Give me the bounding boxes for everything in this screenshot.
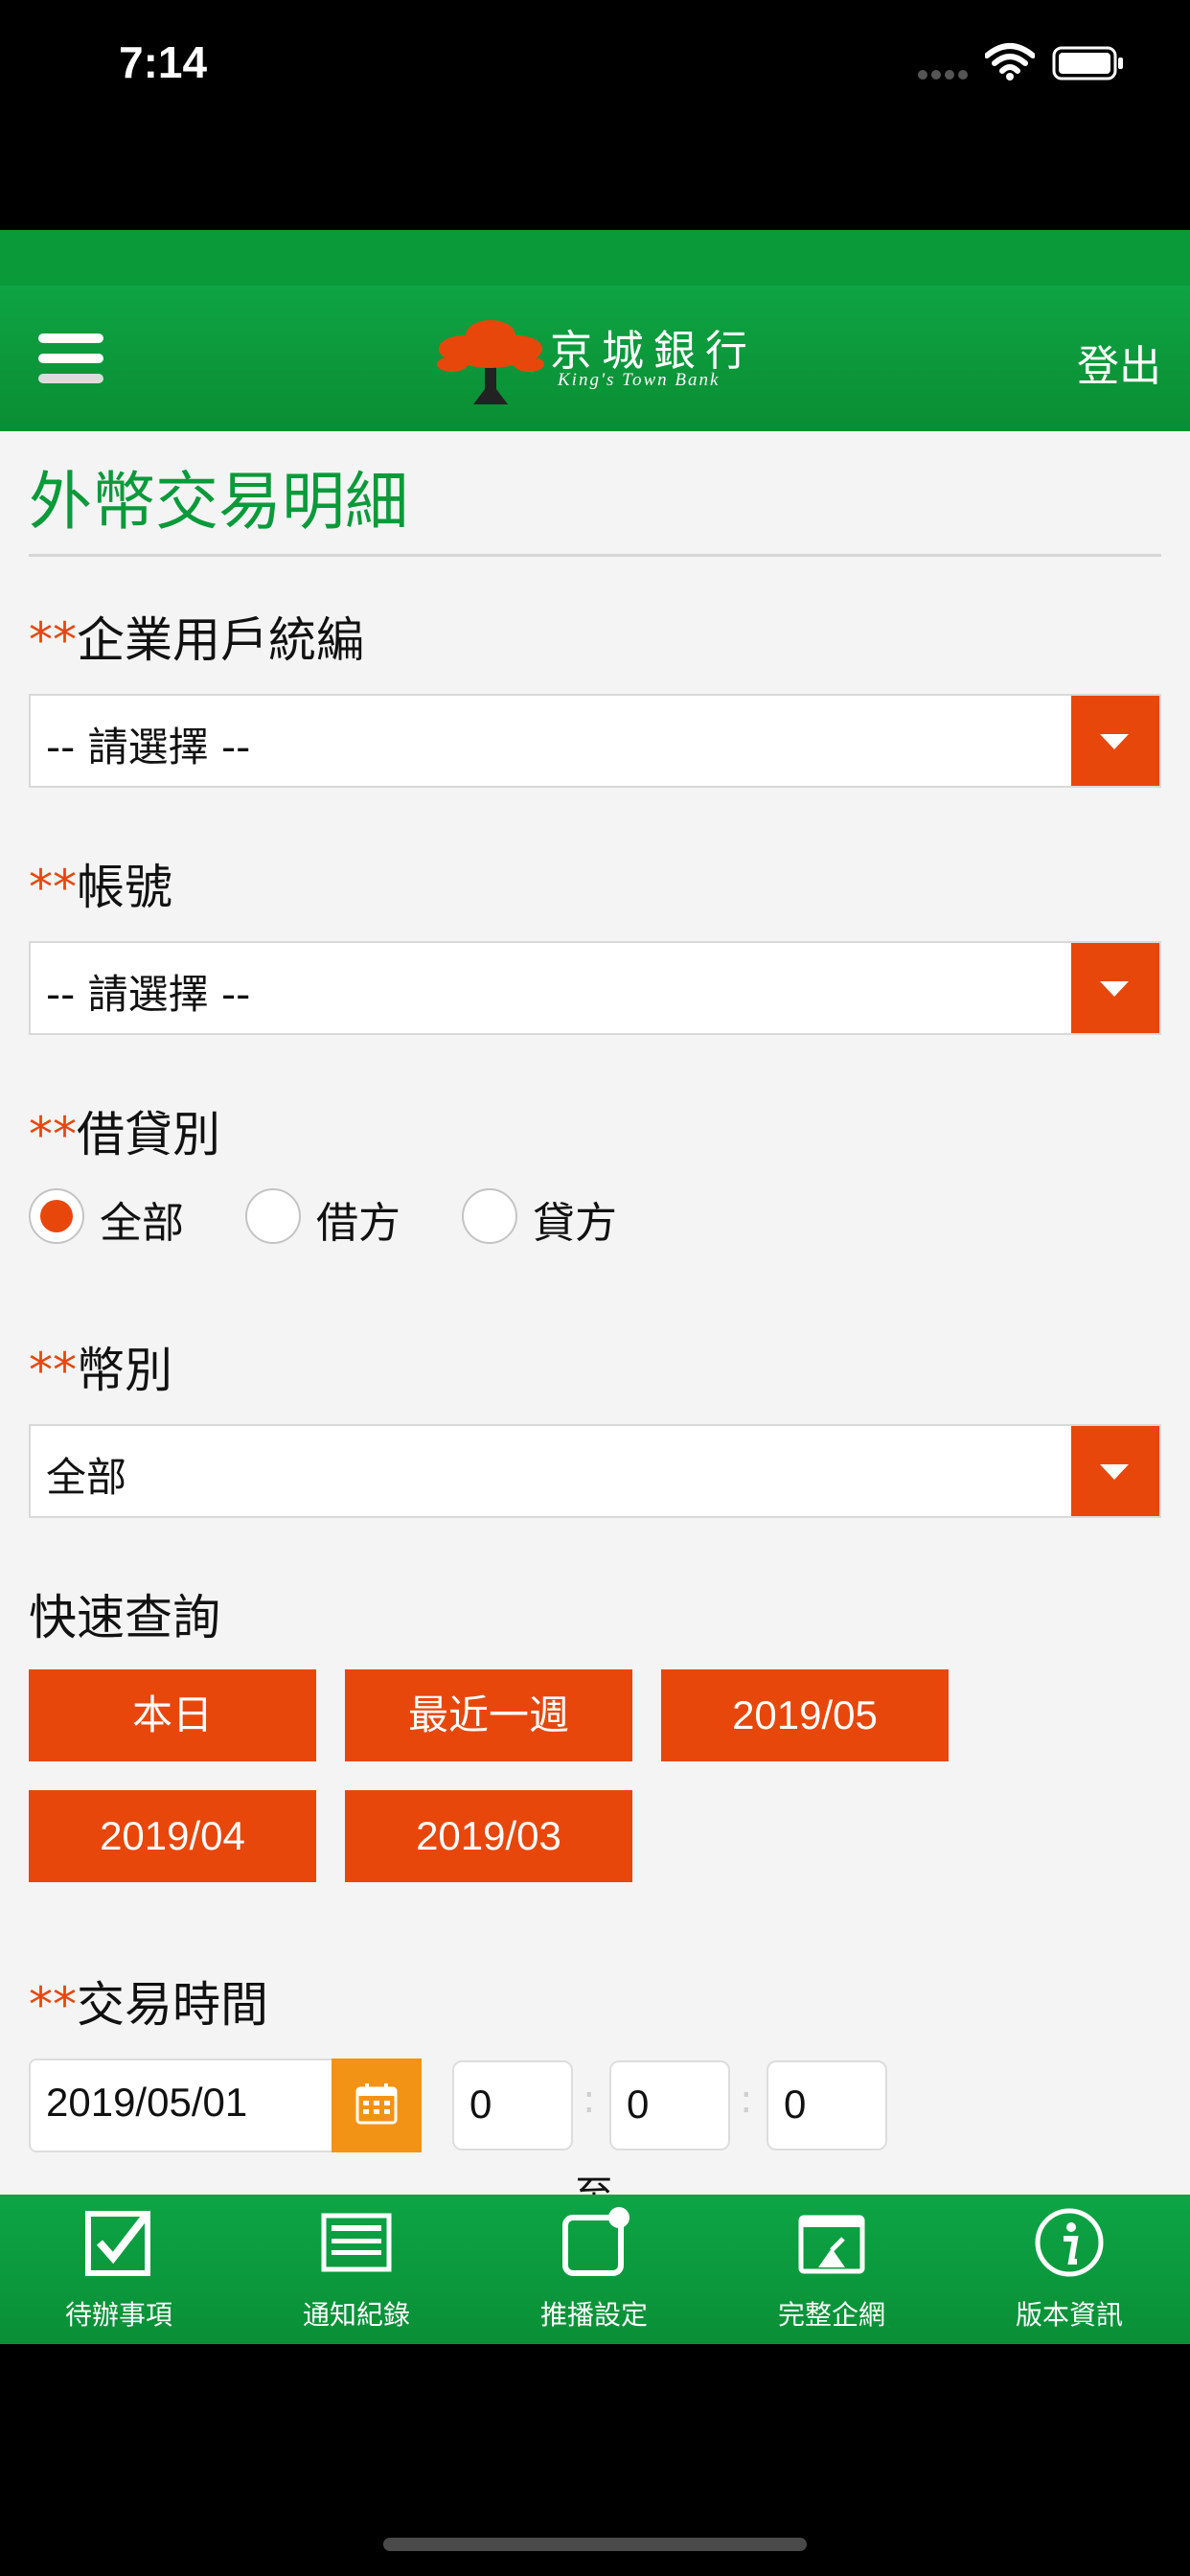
currency-select[interactable]: 全部 (29, 1424, 1161, 1518)
quick-2019-04-button[interactable]: 2019/04 (29, 1790, 316, 1882)
radio-selected-icon[interactable] (29, 1188, 84, 1244)
quick-2019-03-button[interactable]: 2019/03 (345, 1790, 632, 1882)
app-header: 京城銀行 King's Town Bank 登出 (0, 230, 1190, 431)
quick-today-button[interactable]: 本日 (29, 1669, 316, 1761)
radio-all[interactable]: 全部 (29, 1188, 192, 1248)
checkbox-icon (85, 2211, 150, 2276)
start-second-field[interactable]: 0 (767, 2060, 887, 2150)
signal-dots-icon (918, 70, 968, 80)
chevron-down-icon[interactable] (1071, 1426, 1159, 1516)
status-time: 7:14 (119, 37, 208, 87)
account-select[interactable]: -- 請選擇 -- (29, 941, 1161, 1035)
app-screen: 京城銀行 King's Town Bank 登出 外幣交易明細 **企業用戶統編… (0, 230, 1190, 2344)
quick-query-label: 快速查詢 (29, 1590, 220, 1645)
bank-logo: 京城銀行 King's Town Bank (435, 314, 761, 410)
account-value: -- 請選擇 -- (46, 971, 251, 1018)
debit-credit-label: **借貸別 (29, 1107, 220, 1162)
push-notification-icon (562, 2207, 629, 2276)
quick-last-week-button[interactable]: 最近一週 (345, 1669, 632, 1761)
chevron-down-icon[interactable] (1071, 696, 1159, 786)
company-id-select[interactable]: -- 請選擇 -- (29, 694, 1161, 788)
quick-2019-05-button[interactable]: 2019/05 (661, 1669, 949, 1761)
hamburger-menu-icon[interactable] (38, 334, 103, 383)
info-icon (1035, 2208, 1104, 2277)
chevron-down-icon[interactable] (1071, 943, 1159, 1033)
start-minute-field[interactable]: 0 (609, 2060, 730, 2150)
tab-bar-bottom-edge (0, 2338, 1190, 2344)
tree-logo-icon (437, 320, 544, 404)
logout-button[interactable]: 登出 (1077, 332, 1161, 393)
list-icon (321, 2213, 392, 2272)
radio-unselected-icon[interactable] (245, 1188, 301, 1244)
radio-debit[interactable]: 借方 (245, 1188, 408, 1248)
tab-push-settings[interactable]: 推播設定 (475, 2195, 713, 2344)
brand-name-en: King's Town Bank (558, 370, 721, 390)
tab-notifications[interactable]: 通知紀錄 (238, 2195, 475, 2344)
home-indicator[interactable] (383, 2538, 807, 2551)
radio-unselected-icon[interactable] (462, 1188, 517, 1244)
company-id-label: **企業用戶統編 (29, 612, 364, 668)
start-hour-field[interactable]: 0 (452, 2060, 573, 2150)
wifi-icon (985, 43, 1035, 80)
web-icon (798, 2215, 865, 2274)
calendar-icon[interactable] (332, 2058, 422, 2152)
company-id-value: -- 請選擇 -- (46, 724, 251, 770)
brand-name-cn: 京城銀行 (550, 327, 757, 376)
time-separator: : (740, 2078, 753, 2122)
radio-credit[interactable]: 貸方 (462, 1188, 625, 1248)
debit-credit-radio-group: 全部 借方 貸方 (29, 1188, 1161, 1255)
tab-full-website[interactable]: 完整企網 (713, 2195, 950, 2344)
page-title: 外幣交易明細 (29, 465, 408, 539)
currency-value: 全部 (46, 1454, 127, 1501)
tab-todo[interactable]: 待辦事項 (0, 2195, 238, 2344)
currency-label: **幣別 (29, 1343, 172, 1398)
transaction-time-label: **交易時間 (29, 1977, 268, 2033)
title-divider (29, 554, 1161, 557)
tab-version-info[interactable]: 版本資訊 (950, 2195, 1188, 2344)
status-bar: 7:14 (0, 0, 1190, 134)
account-label: **帳號 (29, 860, 172, 915)
time-separator: : (583, 2078, 596, 2122)
bottom-tab-bar: 待辦事項 通知紀錄 推播設定 完整企網 版本資訊 (0, 2195, 1190, 2344)
battery-icon (1052, 46, 1123, 80)
